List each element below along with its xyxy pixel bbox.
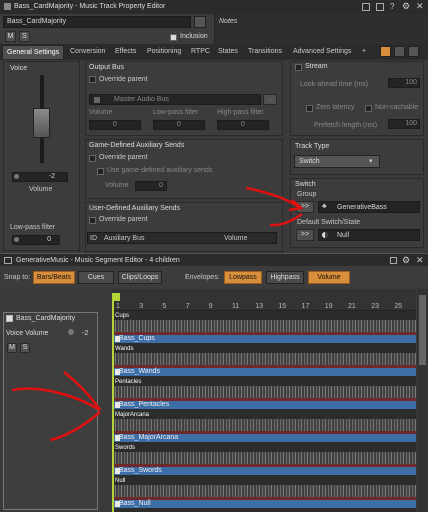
annotation-stroke-2	[269, 212, 303, 227]
annotation-arrow-2b	[63, 371, 102, 411]
annotation-arrow-2c	[49, 411, 101, 442]
annotation-arrow-1	[245, 186, 301, 210]
annotation-overlay	[11, 186, 304, 442]
